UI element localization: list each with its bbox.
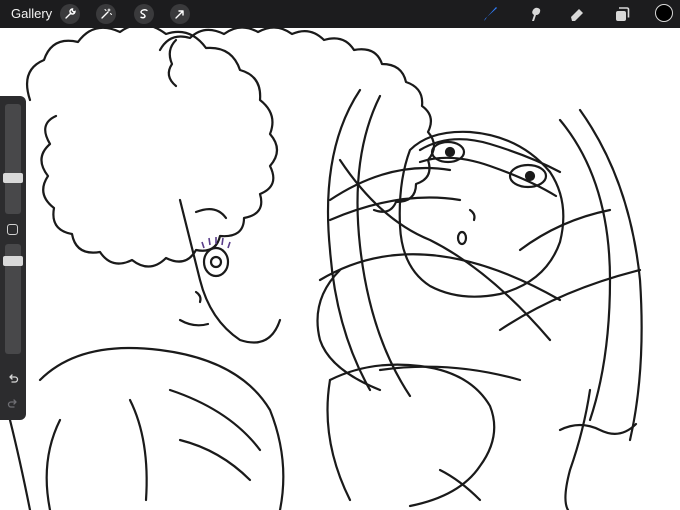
adjustments-button[interactable]	[96, 4, 116, 24]
redo-button[interactable]	[5, 396, 21, 412]
layers-icon	[616, 7, 630, 21]
line-art	[8, 23, 643, 510]
brush-button[interactable]	[480, 4, 500, 24]
actions-button[interactable]	[60, 4, 80, 24]
procreate-app: Gallery	[0, 0, 680, 510]
top-toolbar: Gallery	[0, 0, 680, 28]
color-picker[interactable]	[655, 4, 673, 22]
redo-icon	[7, 399, 17, 408]
transform-icon	[175, 10, 184, 19]
smudge-button[interactable]	[525, 4, 545, 24]
layers-button[interactable]	[612, 4, 632, 24]
opacity-slider[interactable]	[3, 244, 23, 354]
left-sidebar	[0, 96, 26, 420]
magic-wand-icon	[101, 8, 112, 19]
opacity-thumb[interactable]	[3, 256, 23, 266]
modify-button[interactable]	[7, 224, 18, 235]
brush-icon	[484, 7, 497, 21]
selection-icon	[140, 9, 148, 19]
drawing-canvas[interactable]	[0, 0, 680, 510]
gallery-button[interactable]: Gallery	[11, 7, 52, 21]
undo-button[interactable]	[5, 371, 21, 387]
brush-size-thumb[interactable]	[3, 173, 23, 183]
wrench-icon	[65, 8, 76, 19]
undo-icon	[9, 374, 19, 383]
transform-button[interactable]	[170, 4, 190, 24]
eraser-icon	[571, 9, 583, 21]
smudge-icon	[532, 7, 541, 21]
eraser-button[interactable]	[567, 4, 587, 24]
selection-button[interactable]	[134, 4, 154, 24]
brush-size-slider[interactable]	[3, 104, 23, 214]
